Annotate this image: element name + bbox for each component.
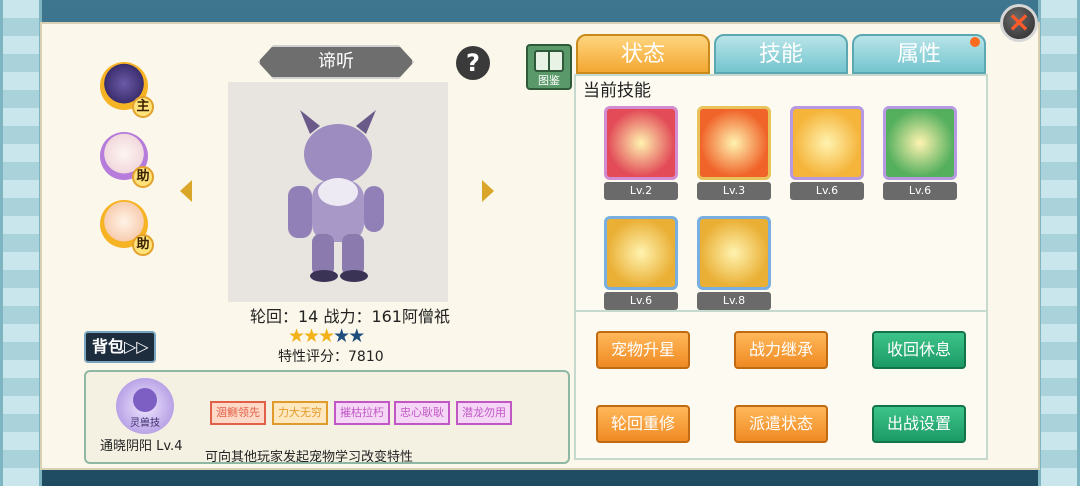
- pet-stats: 轮回：14 战力：161阿僧祇: [250, 307, 450, 326]
- trait-chip[interactable]: 忠心耿耿: [394, 401, 450, 425]
- trait-chip[interactable]: 摧枯拉朽: [334, 401, 390, 425]
- close-button[interactable]: ×: [1000, 4, 1038, 42]
- companion-badge: 主: [132, 96, 154, 118]
- skills-title: 当前技能: [583, 81, 651, 101]
- skill-level-label: Lv.8: [697, 292, 771, 310]
- companion-slot-helper-2[interactable]: 助: [100, 200, 154, 256]
- star-filled-icon: ★: [303, 325, 320, 347]
- tab-attributes[interactable]: 属性: [852, 34, 986, 74]
- pet-star-up-button[interactable]: 宠物升星: [596, 331, 690, 369]
- tab-status[interactable]: 状态: [576, 34, 710, 74]
- dispatch-status-button[interactable]: 派遣状态: [734, 405, 828, 443]
- trait-chip[interactable]: 潜龙勿用: [456, 401, 512, 425]
- companion-badge: 助: [132, 234, 154, 256]
- pet-name-banner: 谛听: [258, 45, 414, 79]
- sword-rune-skill-icon[interactable]: [604, 216, 678, 290]
- right-pillar-decoration: [1038, 0, 1080, 486]
- skill-level-label: Lv.2: [604, 182, 678, 200]
- bag-button[interactable]: 背包▷▷: [84, 331, 156, 363]
- help-button[interactable]: ?: [456, 46, 490, 80]
- star-empty-icon: ★: [348, 325, 365, 347]
- tab-skills[interactable]: 技能: [714, 34, 848, 74]
- star-filled-icon: ★: [318, 325, 335, 347]
- pet-portrait: [228, 82, 448, 302]
- skill-level-label: Lv.6: [883, 182, 957, 200]
- skill-level-label: Lv.3: [697, 182, 771, 200]
- companion-slot-main[interactable]: 主: [100, 62, 154, 118]
- trait-chip[interactable]: 力大无穷: [272, 401, 328, 425]
- trait-hint: 可向其他玩家发起宠物学习改变特性: [205, 450, 414, 465]
- skill-level-label: Lv.6: [604, 292, 678, 310]
- star-filled-icon: ★: [288, 325, 305, 347]
- notification-dot: [970, 37, 980, 47]
- trait-emblem-text: 灵兽技: [130, 416, 160, 429]
- fire-strike-skill-icon[interactable]: [697, 106, 771, 180]
- star-empty-icon: ★: [333, 325, 350, 347]
- battle-setup-button[interactable]: 出战设置: [872, 405, 966, 443]
- trait-chip[interactable]: 涸鲗领先: [210, 401, 266, 425]
- power-inherit-button[interactable]: 战力继承: [734, 331, 828, 369]
- shadow-figure-skill-icon[interactable]: [790, 106, 864, 180]
- trait-emblem-icon[interactable]: 灵兽技: [116, 378, 174, 434]
- recall-rest-button[interactable]: 收回休息: [872, 331, 966, 369]
- skill-level-label: Lv.6: [790, 182, 864, 200]
- left-pillar-decoration: [0, 0, 42, 486]
- atlas-label: 图鉴: [538, 74, 560, 87]
- companion-slot-helper-1[interactable]: 助: [100, 132, 154, 188]
- atlas-button[interactable]: 图鉴: [526, 44, 572, 90]
- pet-model-image: [288, 110, 384, 282]
- heart-burst-skill-icon[interactable]: [604, 106, 678, 180]
- companion-badge: 助: [132, 166, 154, 188]
- sword-shield-skill-icon[interactable]: [883, 106, 957, 180]
- trait-score: 特性评分：7810: [278, 349, 384, 365]
- reincarnate-button[interactable]: 轮回重修: [596, 405, 690, 443]
- star-rating: ★★★★★: [288, 325, 365, 347]
- trait-name: 通晓阴阳 Lv.4: [100, 439, 183, 454]
- crown-rune-skill-icon[interactable]: [697, 216, 771, 290]
